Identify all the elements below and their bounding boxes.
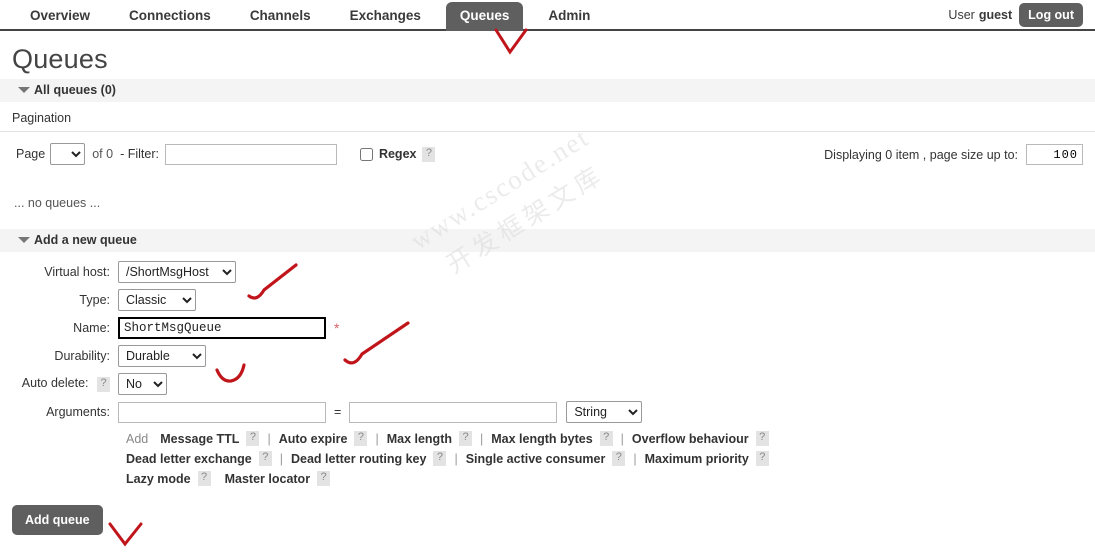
nav-tab-queues[interactable]: Queues bbox=[446, 2, 524, 31]
preset-dead-letter-routing-key[interactable]: Dead letter routing key bbox=[291, 452, 426, 466]
page-select[interactable] bbox=[50, 143, 85, 165]
nav-tab-admin[interactable]: Admin bbox=[534, 2, 604, 31]
annotation-add-queue-button bbox=[106, 520, 148, 548]
user-name: guest bbox=[979, 8, 1012, 22]
page-size-input[interactable] bbox=[1026, 144, 1083, 165]
argument-type-select[interactable]: StringNumberBooleanList bbox=[566, 401, 642, 423]
auto-delete-label: Auto delete: bbox=[22, 376, 89, 390]
all-queues-section-header[interactable]: All queues (0) bbox=[0, 79, 1095, 102]
argument-presets: AddMessage TTL?|Auto expire?|Max length?… bbox=[0, 429, 1095, 486]
nav-tab-exchanges[interactable]: Exchanges bbox=[336, 2, 435, 31]
preset-separator: | bbox=[633, 452, 636, 466]
page-word-label: Page bbox=[16, 147, 45, 161]
preset-lazy-mode[interactable]: Lazy mode bbox=[126, 472, 191, 486]
virtual-host-label: Virtual host: bbox=[0, 265, 118, 279]
preset-line: Dead letter exchange? | Dead letter routin… bbox=[126, 451, 1095, 466]
preset-line: Add Message TTL? | Auto expire? | Max length?… bbox=[126, 431, 1095, 446]
nav-tab-overview[interactable]: Overview bbox=[16, 2, 104, 31]
preset-separator: | bbox=[375, 432, 378, 446]
preset-single-active-consumer[interactable]: Single active consumer bbox=[466, 452, 606, 466]
filter-input[interactable] bbox=[165, 144, 337, 165]
help-icon[interactable]: ? bbox=[317, 471, 330, 486]
pagination-label: Pagination bbox=[0, 102, 1095, 132]
nav-tab-channels[interactable]: Channels bbox=[236, 2, 325, 31]
filter-label: - Filter: bbox=[120, 147, 159, 161]
nav-tab-list: Overview Connections Channels Exchanges Queu… bbox=[0, 0, 1095, 31]
no-queues-message: ... no queues ... bbox=[0, 178, 1095, 225]
displaying-count-text: Displaying 0 item , page size up to: bbox=[824, 148, 1018, 162]
help-icon[interactable]: ? bbox=[612, 451, 625, 466]
preset-separator: | bbox=[454, 452, 457, 466]
preset-separator: | bbox=[267, 432, 270, 446]
add-new-queue-label: Add a new queue bbox=[34, 233, 137, 247]
preset-dead-letter-exchange[interactable]: Dead letter exchange bbox=[126, 452, 252, 466]
name-label: Name: bbox=[0, 321, 118, 335]
add-argument-label: Add bbox=[126, 432, 148, 446]
page-of-count: of 0 bbox=[92, 147, 113, 161]
queue-type-select[interactable]: ClassicQuorum bbox=[118, 289, 196, 311]
all-queues-label: All queues (0) bbox=[34, 83, 116, 97]
preset-auto-expire[interactable]: Auto expire bbox=[279, 432, 348, 446]
help-icon[interactable]: ? bbox=[600, 431, 613, 446]
form-row-durability: Durability: DurableTransient bbox=[0, 345, 1095, 367]
pagination-controls: Page of 0 - Filter: Regex ? Displaying 0… bbox=[0, 132, 1095, 178]
help-icon[interactable]: ? bbox=[354, 431, 367, 446]
add-new-queue-section-header[interactable]: Add a new queue bbox=[0, 229, 1095, 252]
preset-separator: | bbox=[480, 432, 483, 446]
preset-max-length-bytes[interactable]: Max length bytes bbox=[491, 432, 592, 446]
help-icon[interactable]: ? bbox=[259, 451, 272, 466]
regex-label: Regex bbox=[379, 147, 417, 161]
help-icon[interactable]: ? bbox=[756, 431, 769, 446]
argument-value-input[interactable] bbox=[349, 402, 557, 423]
regex-group: Regex ? bbox=[360, 147, 436, 162]
regex-help-icon[interactable]: ? bbox=[422, 147, 435, 162]
preset-separator: | bbox=[280, 452, 283, 466]
regex-checkbox[interactable] bbox=[360, 148, 373, 161]
pagination-right-group: Displaying 0 item , page size up to: bbox=[824, 144, 1083, 165]
collapse-triangle-icon[interactable] bbox=[18, 87, 30, 93]
add-queue-form: Virtual host: /ShortMsgHost/ Type: Class… bbox=[0, 252, 1095, 486]
arguments-label: Arguments: bbox=[0, 405, 118, 419]
help-icon[interactable]: ? bbox=[756, 451, 769, 466]
durability-label: Durability: bbox=[0, 349, 118, 363]
required-asterisk: * bbox=[334, 320, 339, 336]
help-icon[interactable]: ? bbox=[433, 451, 446, 466]
form-row-auto-delete: Auto delete: ? NoYes bbox=[0, 373, 1095, 395]
preset-max-length[interactable]: Max length bbox=[387, 432, 452, 446]
user-label: User bbox=[948, 8, 974, 22]
type-label: Type: bbox=[0, 293, 118, 307]
virtual-host-select[interactable]: /ShortMsgHost/ bbox=[118, 261, 236, 283]
auto-delete-help-icon[interactable]: ? bbox=[97, 377, 110, 392]
add-queue-button[interactable]: Add queue bbox=[12, 505, 103, 535]
collapse-triangle-icon[interactable] bbox=[18, 237, 30, 243]
preset-line: Lazy mode? Master locator? bbox=[126, 471, 1095, 486]
preset-message-ttl[interactable]: Message TTL bbox=[160, 432, 239, 446]
preset-separator: | bbox=[621, 432, 624, 446]
help-icon[interactable]: ? bbox=[246, 431, 259, 446]
page-title: Queues bbox=[12, 44, 1095, 75]
equals-sign: = bbox=[334, 405, 341, 419]
durability-select[interactable]: DurableTransient bbox=[118, 345, 206, 367]
form-row-arguments: Arguments: = StringNumberBooleanList bbox=[0, 401, 1095, 423]
form-row-name: Name: * bbox=[0, 317, 1095, 339]
auto-delete-select[interactable]: NoYes bbox=[118, 373, 167, 395]
nav-tab-connections[interactable]: Connections bbox=[115, 2, 225, 31]
top-navigation-bar: Overview Connections Channels Exchanges Queu… bbox=[0, 0, 1095, 31]
preset-overflow-behaviour[interactable]: Overflow behaviour bbox=[632, 432, 749, 446]
user-session-block: User guest Log out bbox=[948, 3, 1083, 27]
help-icon[interactable]: ? bbox=[459, 431, 472, 446]
argument-key-input[interactable] bbox=[118, 402, 326, 423]
queue-name-input[interactable] bbox=[118, 317, 326, 339]
preset-maximum-priority[interactable]: Maximum priority bbox=[645, 452, 749, 466]
form-row-type: Type: ClassicQuorum bbox=[0, 289, 1095, 311]
form-row-virtual-host: Virtual host: /ShortMsgHost/ bbox=[0, 261, 1095, 283]
logout-button[interactable]: Log out bbox=[1019, 3, 1083, 27]
help-icon[interactable]: ? bbox=[198, 471, 211, 486]
auto-delete-label-wrap: Auto delete: ? bbox=[0, 376, 118, 391]
preset-master-locator[interactable]: Master locator bbox=[225, 472, 310, 486]
